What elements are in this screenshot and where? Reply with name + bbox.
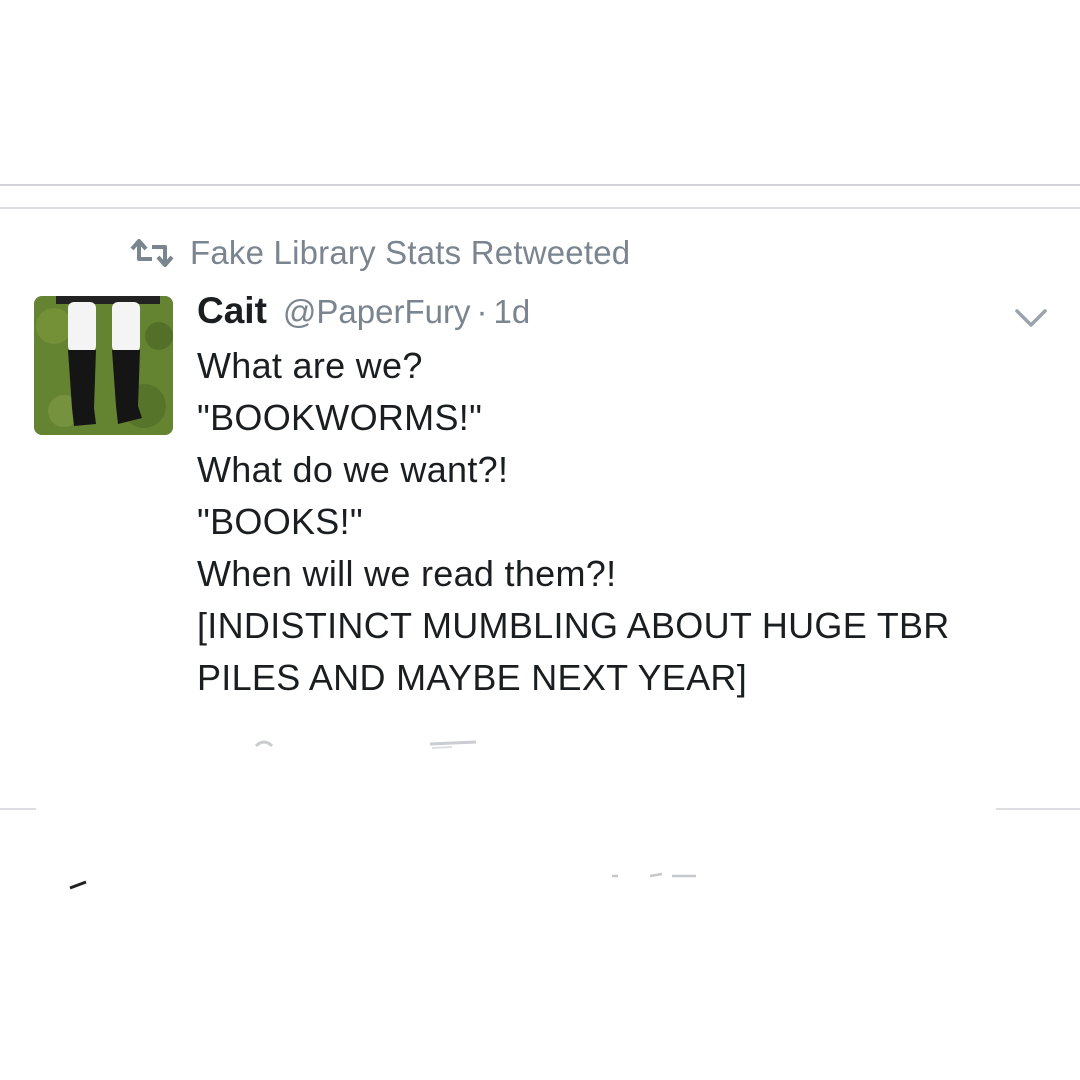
- tweet-text-line: What do we want?!: [197, 449, 509, 490]
- tweet-text-line: When will we read them?!: [197, 553, 617, 594]
- retweet-icon: [130, 239, 174, 267]
- separator: ·: [476, 293, 488, 330]
- tweet-age[interactable]: 1d: [493, 293, 530, 331]
- bottom-divider-right: [996, 808, 1080, 810]
- faded-next-tweet: [69, 872, 696, 890]
- tweet-content[interactable]: Cait @PaperFury · 1d What are we? "BOOKW…: [197, 290, 1040, 704]
- retweet-context[interactable]: Fake Library Stats Retweeted: [130, 234, 630, 272]
- tweet-top-divider: [0, 207, 1080, 209]
- avatar[interactable]: [34, 296, 173, 435]
- top-divider: [0, 184, 1080, 186]
- retweet-label: Fake Library Stats Retweeted: [190, 234, 631, 271]
- avatar-photo: [34, 296, 173, 435]
- faded-action-row: [254, 740, 477, 749]
- tweet-text-line: PILES AND MAYBE NEXT YEAR]: [197, 657, 747, 698]
- display-name[interactable]: Cait: [197, 290, 267, 332]
- tweet-text-line: "BOOKWORMS!": [197, 397, 483, 438]
- tweet-text: What are we? "BOOKWORMS!" What do we wan…: [197, 340, 1040, 704]
- tweet-header: Cait @PaperFury · 1d: [197, 290, 1040, 340]
- tweet-text-line: What are we?: [197, 345, 423, 386]
- tweet-text-line: [INDISTINCT MUMBLING ABOUT HUGE TBR: [197, 605, 950, 646]
- user-handle[interactable]: @PaperFury: [283, 293, 471, 331]
- bottom-divider-left: [0, 808, 36, 810]
- tweet-text-line: "BOOKS!": [197, 501, 363, 542]
- chevron-down-icon[interactable]: [1014, 306, 1048, 330]
